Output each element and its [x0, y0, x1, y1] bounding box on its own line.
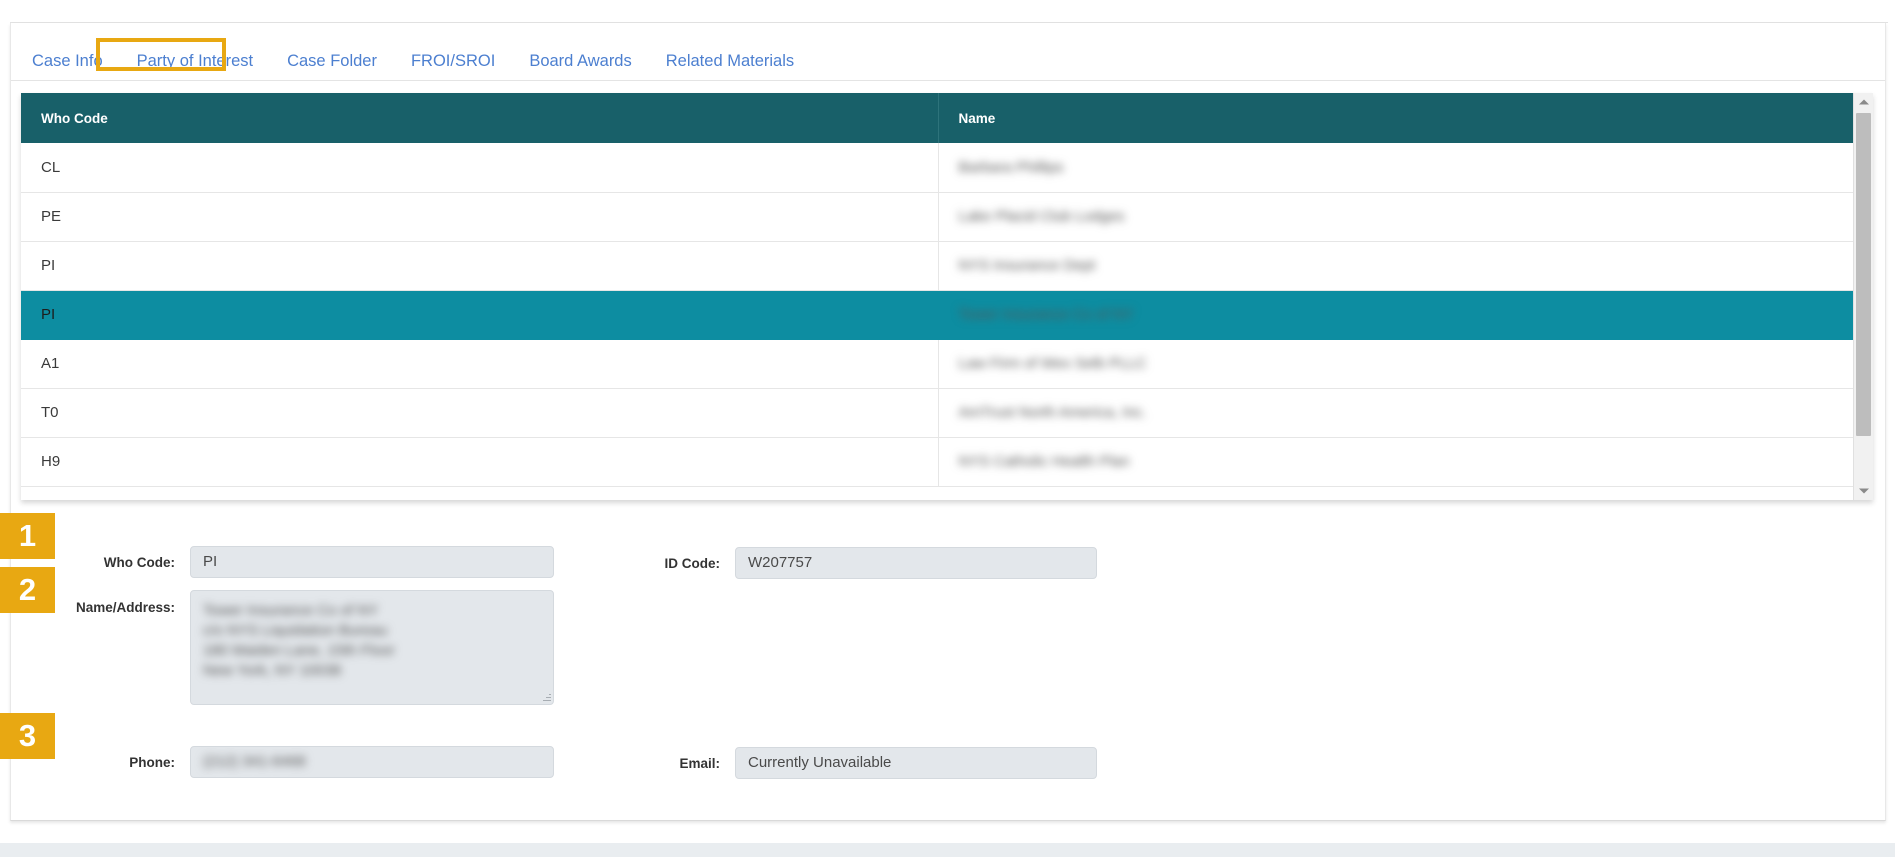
scroll-down-button[interactable]: [1854, 482, 1873, 500]
tab-case-info[interactable]: Case Info: [32, 52, 120, 80]
tab-list: Case Info Party of Interest Case Folder …: [11, 44, 1885, 81]
textarea-resize-handle[interactable]: [542, 693, 551, 702]
column-header-name[interactable]: Name: [938, 93, 1853, 143]
annotation-badge-1: 1: [0, 513, 55, 559]
email-input[interactable]: Currently Unavailable: [735, 747, 1097, 779]
grid-vertical-scrollbar[interactable]: [1853, 93, 1873, 500]
table-row-selected[interactable]: PI Tower Insurance Co of NY: [21, 290, 1853, 339]
redacted-name: AmTrust North America, Inc.: [959, 404, 1147, 421]
cell-who-code: T0: [21, 388, 938, 437]
cell-name: Lake Placid Club Lodges: [938, 192, 1853, 241]
tab-case-folder[interactable]: Case Folder: [270, 52, 394, 80]
party-of-interest-grid: Who Code Name CL Barbara Phillips PE Lak…: [21, 93, 1873, 500]
scrollbar-thumb[interactable]: [1856, 113, 1871, 436]
table-body: CL Barbara Phillips PE Lake Placid Club …: [21, 143, 1853, 486]
cell-name: NYS Catholic Health Plan: [938, 437, 1853, 486]
table-row[interactable]: A1 Law Firm of Wex Selb PLLC: [21, 339, 1853, 388]
tab-froi-sroi[interactable]: FROI/SROI: [394, 52, 512, 80]
column-header-who-code[interactable]: Who Code: [21, 93, 938, 143]
caret-up-icon: [1859, 100, 1869, 105]
redacted-name: Law Firm of Wex Selb PLLC: [959, 355, 1147, 372]
address-line: New York, NY 10038: [203, 661, 395, 681]
redacted-phone: (212) 341-6468: [203, 747, 306, 777]
cell-who-code: H9: [21, 437, 938, 486]
redacted-name: Lake Placid Club Lodges: [959, 208, 1125, 225]
cell-who-code: PI: [21, 241, 938, 290]
address-line: Tower Insurance Co of NY: [203, 601, 395, 621]
scroll-up-button[interactable]: [1854, 93, 1873, 111]
phone-label: Phone:: [93, 755, 175, 771]
cell-name: Barbara Phillips: [938, 143, 1853, 192]
table-row[interactable]: PE Lake Placid Club Lodges: [21, 192, 1853, 241]
name-address-textarea[interactable]: Tower Insurance Co of NY c/o NYS Liquida…: [190, 590, 554, 705]
id-code-input[interactable]: W207757: [735, 547, 1097, 579]
cell-name: Law Firm of Wex Selb PLLC: [938, 339, 1853, 388]
email-label: Email:: [642, 756, 720, 772]
cell-who-code: PE: [21, 192, 938, 241]
cell-name: Tower Insurance Co of NY: [938, 290, 1853, 339]
address-line: c/o NYS Liquidation Bureau: [203, 621, 395, 641]
poi-table: Who Code Name CL Barbara Phillips PE Lak…: [21, 93, 1853, 487]
annotation-badge-3: 3: [0, 713, 55, 759]
table-head: Who Code Name: [21, 93, 1853, 143]
party-of-interest-page: Case Info Party of Interest Case Folder …: [0, 0, 1895, 857]
grid-viewport: Who Code Name CL Barbara Phillips PE Lak…: [21, 93, 1853, 500]
tab-related-materials[interactable]: Related Materials: [649, 52, 811, 80]
table-header-row: Who Code Name: [21, 93, 1853, 143]
tab-board-awards[interactable]: Board Awards: [512, 52, 648, 80]
who-code-label: Who Code:: [85, 555, 175, 571]
cell-name: NYS Insurance Dept: [938, 241, 1853, 290]
redacted-address: Tower Insurance Co of NY c/o NYS Liquida…: [203, 601, 395, 681]
redacted-name: Barbara Phillips: [959, 159, 1064, 176]
redacted-name: NYS Insurance Dept: [959, 257, 1096, 274]
table-row[interactable]: T0 AmTrust North America, Inc.: [21, 388, 1853, 437]
name-address-label: Name/Address:: [70, 600, 175, 616]
id-code-label: ID Code:: [640, 556, 720, 572]
cell-who-code: A1: [21, 339, 938, 388]
cell-name: AmTrust North America, Inc.: [938, 388, 1853, 437]
tab-party-of-interest[interactable]: Party of Interest: [120, 52, 270, 80]
who-code-input[interactable]: PI: [190, 546, 554, 578]
caret-down-icon: [1859, 489, 1869, 494]
cell-who-code: CL: [21, 143, 938, 192]
annotation-badge-2: 2: [0, 567, 55, 613]
page-bottom-band: [0, 843, 1895, 857]
table-row[interactable]: H9 NYS Catholic Health Plan: [21, 437, 1853, 486]
phone-input[interactable]: (212) 341-6468: [190, 746, 554, 778]
redacted-name: NYS Catholic Health Plan: [959, 453, 1130, 470]
table-row[interactable]: CL Barbara Phillips: [21, 143, 1853, 192]
table-row[interactable]: PI NYS Insurance Dept: [21, 241, 1853, 290]
tab-bar: Case Info Party of Interest Case Folder …: [11, 44, 1885, 82]
address-line: 180 Maiden Lane, 15th Floor: [203, 641, 395, 661]
redacted-name: Tower Insurance Co of NY: [959, 306, 1134, 323]
cell-who-code: PI: [21, 290, 938, 339]
